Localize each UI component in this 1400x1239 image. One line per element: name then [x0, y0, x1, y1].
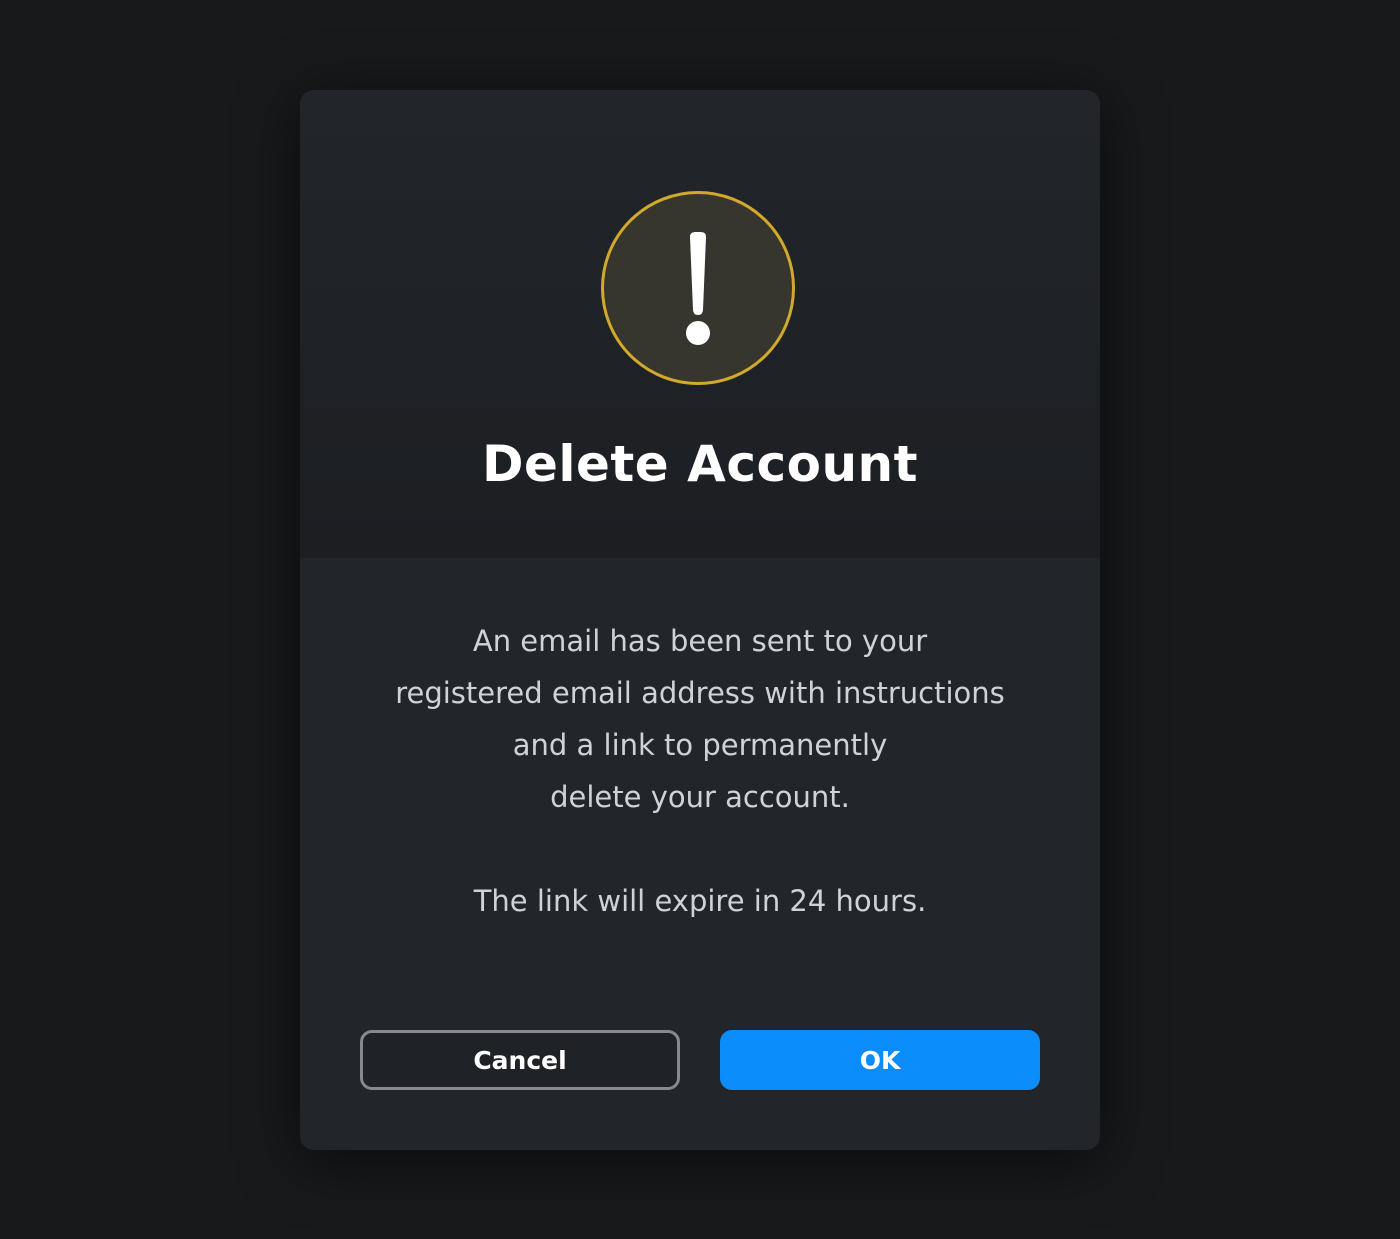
- dialog-message: An email has been sent to your registere…: [300, 615, 1100, 927]
- message-line: and a link to permanently: [512, 728, 888, 762]
- message-line: An email has been sent to your: [472, 624, 928, 658]
- warning-icon: [601, 191, 795, 385]
- exclamation-icon: [686, 232, 710, 345]
- message-line: registered email address with instructio…: [395, 676, 1005, 710]
- delete-account-dialog: Delete Account An email has been sent to…: [300, 90, 1100, 1150]
- cancel-button[interactable]: Cancel: [360, 1030, 680, 1090]
- dialog-header: Delete Account: [300, 90, 1100, 558]
- ok-button[interactable]: OK: [720, 1030, 1040, 1090]
- message-line: delete your account.: [550, 780, 850, 814]
- dialog-title: Delete Account: [481, 435, 919, 493]
- expiry-note: The link will expire in 24 hours.: [473, 884, 927, 918]
